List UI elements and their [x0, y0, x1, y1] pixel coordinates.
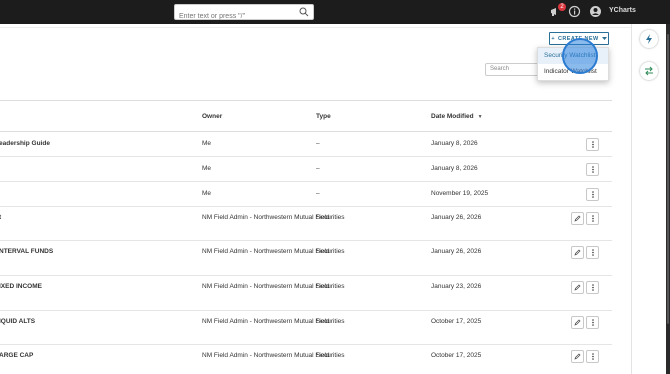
watchlist-name[interactable]: IQUID ALTS: [0, 316, 35, 328]
more-vertical-icon: [591, 166, 594, 173]
table-row[interactable]: IQUID ALTS NM Field Admin - Northwestern…: [0, 311, 612, 345]
type-cell: Securities: [316, 352, 345, 359]
more-vertical-icon: [591, 284, 594, 291]
owner-cell: Me: [202, 165, 212, 172]
sort-desc-icon[interactable]: ▼: [478, 114, 483, 120]
info-icon[interactable]: [568, 5, 581, 18]
table-row[interactable]: Me – November 19, 2025: [0, 182, 612, 207]
type-cell: –: [316, 190, 320, 197]
owner-cell: Me: [202, 190, 212, 197]
more-options-button[interactable]: [586, 212, 599, 225]
date-cell: January 8, 2026: [431, 165, 478, 172]
pencil-icon: [574, 284, 581, 291]
click-indicator: [562, 38, 598, 74]
type-cell: –: [316, 140, 320, 147]
column-header-date-modified[interactable]: Date Modified ▼: [431, 113, 483, 120]
type-cell: Securities: [316, 318, 345, 325]
more-options-button[interactable]: [586, 316, 599, 329]
type-cell: Securities: [316, 248, 345, 255]
main-content: + CREATE NEW Security Watchlist Indicato…: [0, 24, 631, 374]
more-vertical-icon: [591, 353, 594, 360]
more-vertical-icon: [591, 215, 594, 222]
lightning-bolt-icon: [646, 34, 652, 44]
column-header-type[interactable]: Type: [316, 113, 331, 120]
edit-button[interactable]: [571, 316, 584, 329]
scrollbar-thumb[interactable]: [667, 34, 669, 324]
more-vertical-icon: [591, 319, 594, 326]
pencil-icon: [574, 215, 581, 222]
pencil-icon: [574, 249, 581, 256]
edit-button[interactable]: [571, 350, 584, 363]
table-row[interactable]: NTERVAL FUNDS NM Field Admin - Northwest…: [0, 241, 612, 276]
date-cell: October 17, 2025: [431, 352, 482, 359]
type-cell: Securities: [316, 283, 345, 290]
divider: [0, 100, 612, 101]
pencil-icon: [574, 353, 581, 360]
more-options-button[interactable]: [586, 350, 599, 363]
pencil-icon: [574, 319, 581, 326]
table-row[interactable]: ARGE CAP NM Field Admin - Northwestern M…: [0, 345, 612, 374]
quick-actions-button[interactable]: [640, 30, 658, 48]
watchlist-name[interactable]: eadership Guide: [0, 138, 50, 150]
more-options-button[interactable]: [586, 163, 599, 176]
table-row[interactable]: t NM Field Admin - Northwestern Mutual F…: [0, 207, 612, 241]
type-cell: –: [316, 165, 320, 172]
divider: [0, 27, 631, 28]
date-cell: January 23, 2026: [431, 283, 482, 290]
edit-button[interactable]: [571, 246, 584, 259]
watchlist-name[interactable]: NTERVAL FUNDS: [0, 246, 53, 258]
edit-button[interactable]: [571, 281, 584, 294]
column-header-owner[interactable]: Owner: [202, 113, 222, 120]
chevron-down-icon: [601, 36, 607, 40]
more-vertical-icon: [591, 191, 594, 198]
owner-cell: Me: [202, 140, 212, 147]
compare-button[interactable]: [640, 62, 658, 80]
date-cell: October 17, 2025: [431, 318, 482, 325]
date-cell: January 8, 2026: [431, 140, 478, 147]
date-cell: November 19, 2025: [431, 190, 489, 197]
swap-arrows-icon: [645, 66, 653, 76]
brand-name[interactable]: YCharts: [609, 7, 636, 14]
watchlist-name[interactable]: ARGE CAP: [0, 350, 33, 362]
notification-badge: 2: [558, 3, 566, 11]
right-rail: [631, 24, 666, 374]
more-options-button[interactable]: [586, 188, 599, 201]
type-cell: Securities: [316, 214, 345, 221]
account-icon[interactable]: [589, 5, 602, 18]
more-vertical-icon: [591, 141, 594, 148]
scrollbar[interactable]: [666, 24, 670, 374]
more-vertical-icon: [591, 249, 594, 256]
table-row[interactable]: IXED INCOME NM Field Admin - Northwester…: [0, 276, 612, 311]
date-cell: January 26, 2026: [431, 248, 482, 255]
more-options-button[interactable]: [586, 281, 599, 294]
top-bar: 2 YCharts: [0, 0, 670, 24]
watchlist-name[interactable]: t: [0, 212, 1, 224]
table-row[interactable]: Me – January 8, 2026: [0, 157, 612, 182]
table-row[interactable]: eadership Guide Me – January 8, 2026: [0, 132, 612, 157]
plus-icon: +: [551, 35, 556, 42]
edit-button[interactable]: [571, 212, 584, 225]
global-search-box[interactable]: [174, 4, 314, 24]
date-cell: January 26, 2026: [431, 214, 482, 221]
search-icon[interactable]: [299, 7, 309, 17]
more-options-button[interactable]: [586, 138, 599, 151]
more-options-button[interactable]: [586, 246, 599, 259]
table-search-input[interactable]: Search: [485, 63, 540, 76]
date-modified-label: Date Modified: [431, 113, 474, 120]
global-search-input[interactable]: [175, 9, 295, 24]
watchlist-name[interactable]: IXED INCOME: [0, 281, 42, 293]
